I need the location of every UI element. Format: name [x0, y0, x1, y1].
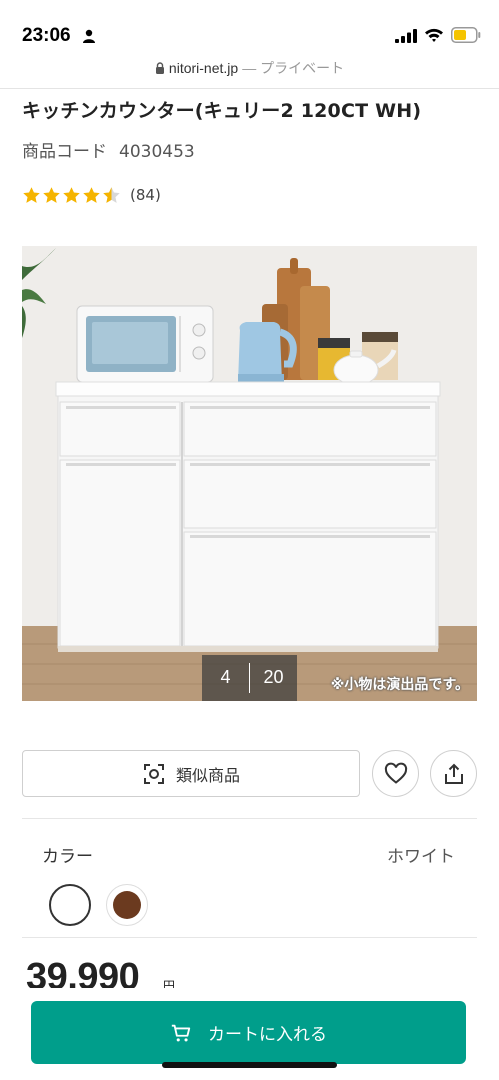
star-icon [63, 186, 80, 203]
price-area: 39,990 円 [0, 950, 499, 988]
product-image[interactable]: 4 20 ※小物は演出品です。 [22, 246, 477, 701]
scan-icon [143, 763, 164, 784]
star-icon [43, 186, 60, 203]
image-counter-total: 20 [263, 667, 284, 687]
star-icon [83, 186, 100, 203]
product-code-label: 商品コード [22, 142, 107, 162]
color-swatch-white[interactable] [49, 884, 91, 926]
similar-products-button[interactable]: 類似商品 [22, 750, 360, 797]
lock-icon [155, 62, 164, 74]
color-swatch-brown-fill [113, 891, 141, 919]
color-label: カラー [42, 847, 93, 867]
similar-products-label: 類似商品 [175, 765, 240, 785]
person-icon [83, 29, 95, 43]
image-counter: 4 20 [202, 655, 297, 701]
kitchen-counter-illustration [22, 246, 477, 701]
divider [22, 818, 477, 819]
signal-icon [395, 29, 417, 43]
product-title: キッチンカウンター(キュリー2 120CT WH) [22, 100, 422, 122]
image-counter-current: 4 [220, 667, 231, 687]
favorite-button[interactable] [372, 750, 419, 797]
image-note: ※小物は演出品です。 [330, 677, 469, 693]
star-icon [23, 186, 40, 203]
rating[interactable]: (84) [22, 183, 161, 207]
product-code: 商品コード 4030453 [22, 137, 195, 162]
url-host: nitori-net.jp [168, 60, 239, 76]
add-to-cart-button[interactable]: カートに入れる [31, 1001, 466, 1064]
star-half-icon [103, 186, 120, 203]
divider [22, 937, 477, 938]
product-code-value: 4030453 [119, 142, 195, 162]
divider [0, 88, 499, 89]
color-selected-value: ホワイト [387, 847, 455, 867]
cart-icon [171, 1024, 191, 1041]
heart-icon [384, 762, 407, 784]
price-value: 39,990 [26, 956, 140, 988]
private-mode-label: — プライベート [242, 60, 345, 76]
price-unit: 円 [163, 979, 176, 988]
battery-icon [451, 27, 481, 43]
review-count: (84) [130, 186, 161, 204]
status-time: 23:06 [22, 25, 71, 46]
add-to-cart-label: カートに入れる [208, 1025, 327, 1045]
home-indicator [162, 1062, 337, 1068]
share-button[interactable] [430, 750, 477, 797]
wifi-icon [425, 28, 443, 42]
address-bar[interactable]: nitori-net.jp — プライベート [0, 58, 499, 84]
share-icon [444, 763, 463, 784]
status-bar: 23:06 [0, 0, 499, 58]
color-swatch-brown[interactable] [106, 884, 148, 926]
